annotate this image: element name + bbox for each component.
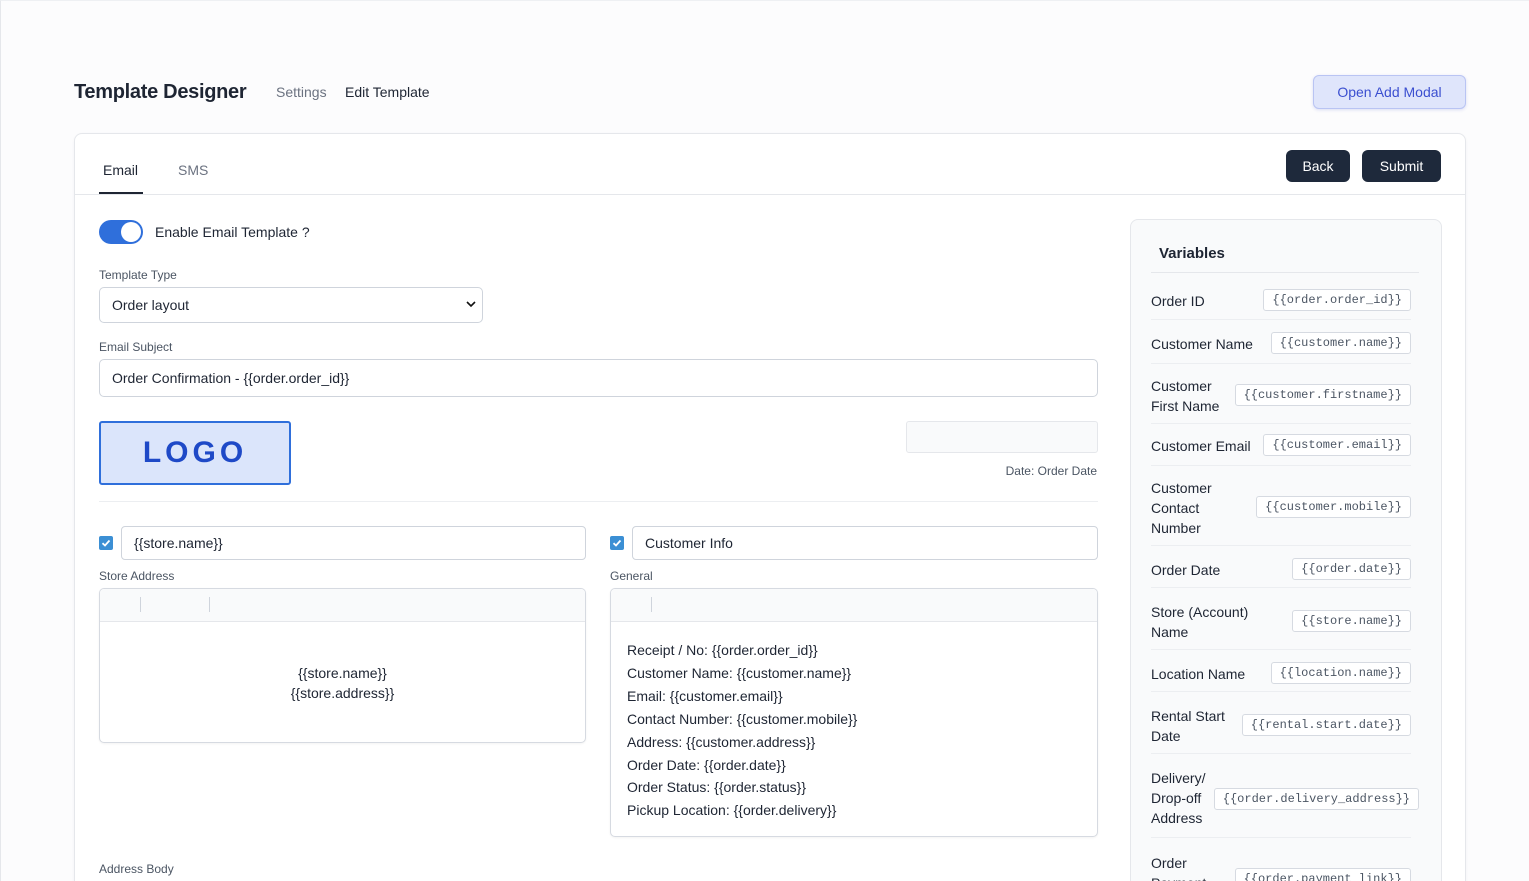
variable-row: Customer Name {{customer.name}} [1151,320,1411,364]
variable-row: Customer Email {{customer.email}} [1151,424,1411,466]
variables-panel: Variables Order ID {{order.order_id}} Cu… [1130,219,1442,881]
variable-code[interactable]: {{store.name}} [1292,610,1411,632]
enable-email-template-label: Enable Email Template ? [155,224,310,240]
variable-row: Rental Start Date {{rental.start.date}} [1151,692,1411,754]
store-address-line: {{store.address}} [290,685,395,701]
template-card: Email SMS Back Submit Enable Email Templ… [74,133,1466,881]
general-label: General [610,569,653,583]
general-line: Order Status: {{order.status}} [627,779,806,796]
enable-email-template-toggle[interactable] [99,220,143,244]
variable-label: Order ID [1151,293,1205,309]
variable-row: Customer Contact Number {{customer.mobil… [1151,466,1411,546]
active-tab-indicator [99,192,143,194]
variable-label: Customer First Name [1151,378,1220,414]
variable-code[interactable]: {{order.delivery_address}} [1213,788,1419,810]
variable-label: Customer Email [1151,438,1251,454]
submit-button[interactable]: Submit [1362,150,1441,182]
divider [99,501,1098,502]
general-line: Address: {{customer.address}} [627,733,816,750]
variable-row: Order Payment Link {{order.payment_link}… [1151,838,1411,881]
general-editor[interactable]: Receipt / No: {{order.order_id}} Custome… [610,588,1098,837]
template-type-value: Order layout [112,297,190,313]
address-body-label: Address Body [99,862,174,876]
variable-row: Order ID {{order.order_id}} [1151,286,1411,320]
variable-label: Store (Account) Name [1151,604,1249,640]
variable-code[interactable]: {{customer.firstname}} [1234,384,1411,406]
variable-label: Order Payment Link [1151,855,1206,881]
variable-code[interactable]: {{order.date}} [1292,558,1411,580]
breadcrumb-edit-template: Edit Template [345,84,430,100]
breadcrumb-settings[interactable]: Settings [276,84,327,100]
page-title: Template Designer [74,81,247,103]
variable-code[interactable]: {{customer.name}} [1270,332,1411,354]
general-line: Customer Name: {{customer.name}} [627,664,852,681]
general-line: Contact Number: {{customer.mobile}} [627,710,858,727]
toolbar-separator [140,597,141,612]
chevron-down-icon [466,301,476,308]
store-address-label: Store Address [99,569,175,583]
toolbar-separator [651,597,652,612]
page-header: Template Designer Settings Edit Template… [74,75,1466,109]
variable-row: Order Date {{order.date}} [1151,546,1411,588]
general-line: Order Date: {{order.date}} [627,756,786,773]
variable-label: Delivery/ Drop-off Address [1151,770,1206,826]
variables-title: Variables [1159,245,1225,262]
editor-toolbar [611,589,1097,622]
check-icon [101,539,111,547]
tabs-bar: Email SMS Back Submit [75,134,1465,195]
general-content: Receipt / No: {{order.order_id}} Custome… [627,639,857,822]
editor-toolbar [100,589,585,622]
template-type-label: Template Type [99,268,177,282]
check-icon [612,539,622,547]
variable-code[interactable]: {{location.name}} [1270,662,1411,684]
date-field[interactable] [906,421,1098,453]
tab-sms[interactable]: SMS [178,162,208,178]
open-add-modal-button[interactable]: Open Add Modal [1313,75,1466,109]
variable-row: Location Name {{location.name}} [1151,650,1411,692]
variable-label: Rental Start Date [1151,708,1225,744]
date-caption: Date: Order Date [1005,464,1097,478]
general-line: Receipt / No: {{order.order_id}} [627,642,818,658]
variable-code[interactable]: {{customer.mobile}} [1256,496,1411,518]
variable-code[interactable]: {{customer.email}} [1263,434,1411,456]
variable-label: Customer Contact Number [1151,480,1212,536]
variable-label: Customer Name [1151,336,1253,352]
toggle-knob [121,222,141,242]
store-address-line: {{store.name}} [298,665,387,681]
store-name-input[interactable]: {{store.name}} [121,526,586,560]
customer-info-checkbox[interactable] [610,536,624,550]
variable-row: Customer First Name {{customer.firstname… [1151,364,1411,424]
divider [1151,272,1419,273]
toolbar-separator [209,597,210,612]
variable-code[interactable]: {{rental.start.date}} [1241,714,1411,736]
variable-row: Delivery/ Drop-off Address {{order.deliv… [1151,754,1419,838]
variable-row: Store (Account) Name {{store.name}} [1151,588,1411,650]
tab-email[interactable]: Email [103,162,138,178]
general-line: Email: {{customer.email}} [627,687,783,704]
store-address-content: {{store.name}} {{store.address}} [100,663,585,703]
logo-placeholder[interactable]: LOGO [99,421,291,485]
email-subject-label: Email Subject [99,340,173,354]
variable-label: Location Name [1151,666,1246,682]
variable-label: Order Date [1151,562,1221,578]
general-line: Pickup Location: {{order.delivery}} [627,802,837,819]
back-button[interactable]: Back [1286,150,1350,182]
email-subject-input[interactable]: Order Confirmation - {{order.order_id}} [99,359,1098,397]
store-address-editor[interactable]: {{store.name}} {{store.address}} [99,588,586,743]
store-name-checkbox[interactable] [99,536,113,550]
customer-info-input[interactable]: Customer Info [632,526,1098,560]
variable-code[interactable]: {{order.payment_link}} [1234,868,1411,881]
variable-code[interactable]: {{order.order_id}} [1263,289,1411,311]
template-type-select[interactable]: Order layout [99,287,483,323]
